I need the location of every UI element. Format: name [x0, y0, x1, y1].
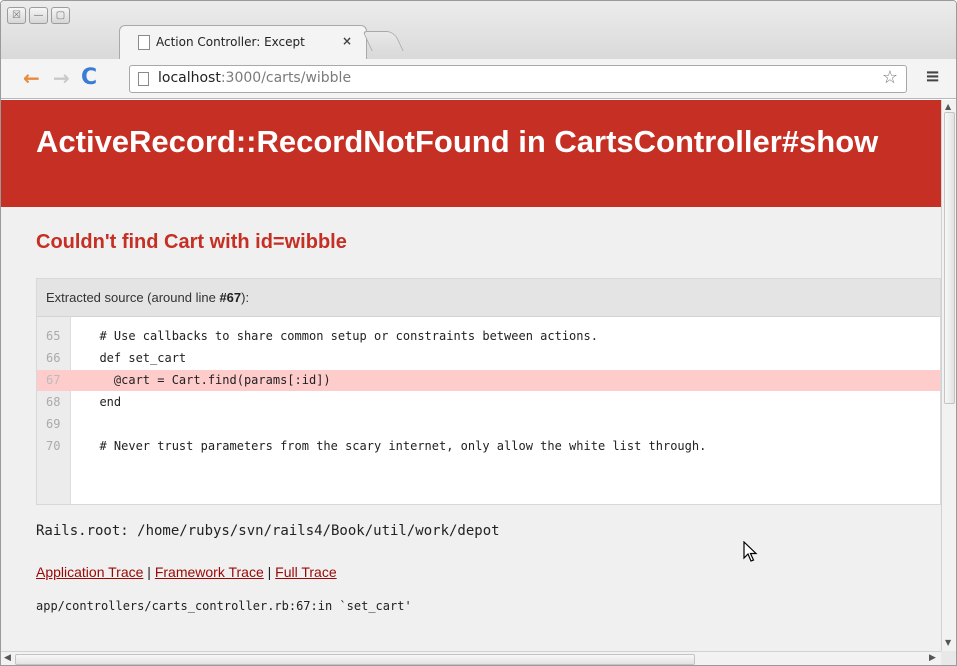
source-header-suffix: ): — [241, 290, 250, 305]
code-text: def set_cart — [85, 351, 187, 365]
line-number: 67 — [46, 373, 61, 387]
window-controls: ☒ — ▢ — [7, 7, 70, 24]
error-title: ActiveRecord::RecordNotFound in CartsCon… — [36, 124, 879, 159]
browser-tab[interactable]: Action Controller: Except × — [119, 25, 367, 60]
trace-line: app/controllers/carts_controller.rb:67:i… — [36, 599, 412, 613]
horizontal-scrollbar[interactable]: ◀ ▶ — [1, 651, 941, 665]
error-body: Couldn't find Cart with id=wibble Extrac… — [1, 207, 941, 651]
page-icon — [138, 72, 149, 86]
scroll-down-icon[interactable]: ▼ — [945, 638, 951, 647]
mouse-cursor-icon — [743, 541, 758, 562]
source-header-prefix: Extracted source (around line — [46, 290, 220, 305]
horizontal-scroll-thumb[interactable] — [15, 654, 695, 665]
code-line: 66 def set_cart — [37, 348, 940, 369]
url-host: localhost — [158, 70, 221, 86]
line-number: 68 — [46, 395, 61, 409]
code-text: @cart = Cart.find(params[:id]) — [85, 373, 331, 387]
trace-links: Application Trace | Framework Trace | Fu… — [36, 564, 337, 580]
line-number: 66 — [46, 351, 61, 365]
page-viewport: ActiveRecord::RecordNotFound in CartsCon… — [1, 100, 941, 651]
full-trace-link[interactable]: Full Trace — [275, 564, 336, 580]
vertical-scroll-thumb[interactable] — [944, 112, 955, 404]
source-header: Extracted source (around line #67): — [37, 279, 940, 317]
extracted-source: Extracted source (around line #67): 65 #… — [36, 278, 941, 505]
application-trace-link[interactable]: Application Trace — [36, 564, 143, 580]
browser-toolbar: ← → C localhost:3000/carts/wibble ☆ ≡ — [1, 59, 956, 99]
page-icon — [138, 35, 150, 50]
scroll-up-icon[interactable]: ▲ — [945, 102, 951, 111]
code-line: 69 — [37, 414, 940, 435]
bookmark-star-icon[interactable]: ☆ — [882, 67, 898, 88]
scroll-left-icon[interactable]: ◀ — [4, 653, 11, 663]
code-text: end — [85, 395, 122, 409]
tab-title: Action Controller: Except — [156, 35, 305, 49]
trace-separator: | — [143, 564, 155, 580]
url-text[interactable]: localhost:3000/carts/wibble — [158, 70, 351, 86]
code-line: 67 @cart = Cart.find(params[:id]) — [37, 370, 940, 391]
title-bar: ☒ — ▢ Action Controller: Except × — [1, 1, 956, 60]
url-path: :3000/carts/wibble — [220, 70, 352, 86]
forward-arrow-icon[interactable]: → — [53, 66, 70, 90]
line-number: 65 — [46, 329, 61, 343]
minimize-window-button[interactable]: — — [29, 7, 48, 24]
browser-window: ☒ — ▢ Action Controller: Except × ← → C … — [0, 0, 957, 666]
reload-icon[interactable]: C — [81, 66, 97, 90]
code-line: 68 end — [37, 392, 940, 413]
tab-close-icon[interactable]: × — [342, 34, 352, 48]
menu-icon[interactable]: ≡ — [925, 66, 940, 87]
new-tab-button[interactable] — [362, 31, 404, 51]
close-window-button[interactable]: ☒ — [7, 7, 26, 24]
rails-root: Rails.root: /home/rubys/svn/rails4/Book/… — [36, 523, 500, 539]
code-text: # Never trust parameters from the scary … — [85, 439, 707, 453]
scrollbar-corner — [941, 651, 956, 665]
address-bar[interactable]: localhost:3000/carts/wibble ☆ — [129, 65, 907, 93]
code-line: 70 # Never trust parameters from the sca… — [37, 436, 940, 457]
error-header: ActiveRecord::RecordNotFound in CartsCon… — [1, 100, 941, 207]
line-number: 70 — [46, 439, 61, 453]
trace-separator: | — [263, 564, 276, 580]
source-header-line: #67 — [219, 290, 242, 305]
code-line: 65 # Use callbacks to share common setup… — [37, 326, 940, 347]
code-text: # Use callbacks to share common setup or… — [85, 329, 598, 343]
maximize-window-button[interactable]: ▢ — [51, 7, 70, 24]
framework-trace-link[interactable]: Framework Trace — [155, 564, 264, 580]
scroll-right-icon[interactable]: ▶ — [929, 653, 936, 663]
vertical-scrollbar[interactable]: ▲ ▼ — [941, 100, 956, 651]
error-message: Couldn't find Cart with id=wibble — [36, 231, 347, 253]
line-number: 69 — [46, 417, 61, 431]
back-arrow-icon[interactable]: ← — [23, 66, 40, 90]
